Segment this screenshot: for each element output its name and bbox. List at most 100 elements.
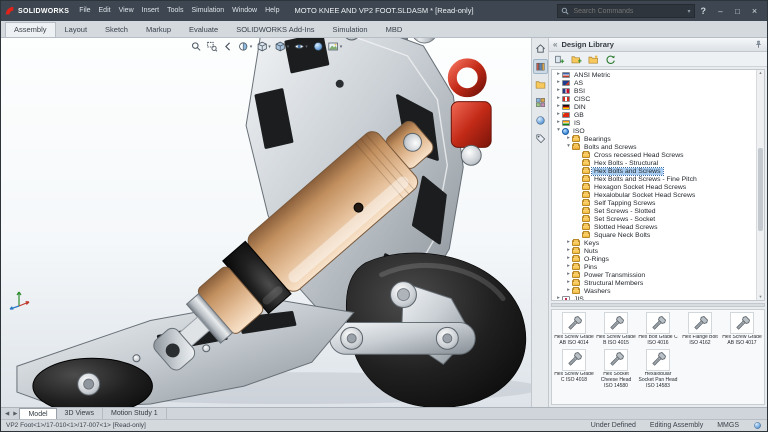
tree-item-bearings[interactable]: ▸Bearings bbox=[552, 135, 756, 143]
expand-arrow-icon[interactable]: ▸ bbox=[555, 88, 562, 94]
expand-arrow-icon[interactable]: ▸ bbox=[565, 248, 572, 254]
tree-item-ansi-metric[interactable]: ▸ANSI Metric bbox=[552, 71, 756, 79]
ribbon-tab-simulation[interactable]: Simulation bbox=[324, 22, 377, 37]
tree-item-is[interactable]: ▸IS bbox=[552, 119, 756, 127]
expand-arrow-icon[interactable]: ▸ bbox=[565, 272, 572, 278]
ribbon-tab-markup[interactable]: Markup bbox=[137, 22, 180, 37]
design-library-tab[interactable] bbox=[533, 59, 548, 74]
expand-arrow-icon[interactable]: ▸ bbox=[555, 104, 562, 110]
expand-arrow-icon[interactable]: ▸ bbox=[555, 96, 562, 102]
expand-arrow-icon[interactable]: ▸ bbox=[565, 136, 572, 142]
pin-icon[interactable] bbox=[754, 40, 763, 49]
ribbon-tab-assembly[interactable]: Assembly bbox=[5, 22, 56, 37]
scroll-down-icon[interactable]: ▼ bbox=[759, 294, 763, 300]
zoom-fit-icon[interactable] bbox=[189, 40, 203, 53]
tree-item-jis[interactable]: ▸JIS bbox=[552, 295, 756, 300]
minimize-button[interactable]: – bbox=[712, 1, 729, 21]
tree-item-structural-members[interactable]: ▸Structural Members bbox=[552, 279, 756, 287]
viewport-3d[interactable]: ▾▾▾▾▾ bbox=[1, 38, 531, 407]
prev-tab-arrow-icon[interactable]: ◀ bbox=[3, 408, 11, 419]
tree-item-nuts[interactable]: ▸Nuts bbox=[552, 247, 756, 255]
expand-arrow-icon[interactable]: ▸ bbox=[555, 72, 562, 78]
model-tab-3d-views[interactable]: 3D Views bbox=[57, 408, 103, 419]
add-to-library-icon[interactable] bbox=[553, 53, 566, 66]
solidworks-resources-tab[interactable] bbox=[533, 41, 548, 56]
library-part-hex-flange-bolt-iso-4162[interactable]: Hex Flange Bolt ISO 4162 bbox=[679, 312, 721, 347]
maximize-button[interactable]: □ bbox=[729, 1, 746, 21]
tree-item-cisc[interactable]: ▸CISC bbox=[552, 95, 756, 103]
library-part-hex-screw-grade-c-iso-4018[interactable]: Hex Screw Grade C ISO 4018 bbox=[553, 349, 595, 390]
library-part-hex-socket-cheese-head-iso-14580[interactable]: Hex Socket Cheese Head ISO 14580 bbox=[595, 349, 637, 390]
library-part-hex-screw-grade-ab-iso-4014[interactable]: Hex Screw Grade AB ISO 4014 bbox=[553, 312, 595, 347]
ribbon-tab-evaluate[interactable]: Evaluate bbox=[180, 22, 227, 37]
scrollbar-thumb[interactable] bbox=[758, 148, 763, 231]
collapse-panel-icon[interactable]: « bbox=[553, 41, 557, 49]
tree-item-bsi[interactable]: ▸BSI bbox=[552, 87, 756, 95]
menu-window[interactable]: Window bbox=[228, 1, 261, 21]
next-tab-arrow-icon[interactable]: ▶ bbox=[11, 408, 19, 419]
status-globe-icon[interactable] bbox=[753, 421, 762, 430]
view-orientation-icon[interactable]: ▾ bbox=[255, 40, 272, 53]
hide-show-items-icon[interactable]: ▾ bbox=[292, 40, 309, 53]
ribbon-tab-mbd[interactable]: MBD bbox=[377, 22, 412, 37]
menu-simulation[interactable]: Simulation bbox=[187, 1, 228, 21]
ribbon-tab-solidworks-add-ins[interactable]: SOLIDWORKS Add-Ins bbox=[227, 22, 323, 37]
appearances-scenes-tab[interactable] bbox=[533, 113, 548, 128]
previous-view-icon[interactable] bbox=[221, 40, 235, 53]
expand-arrow-icon[interactable]: ▾ bbox=[555, 128, 562, 134]
expand-arrow-icon[interactable]: ▸ bbox=[555, 112, 562, 118]
ribbon-tab-layout[interactable]: Layout bbox=[56, 22, 97, 37]
library-part-hex-screw-grade-ab-iso-4017[interactable]: Hex Screw Grade AB ISO 4017 bbox=[721, 312, 763, 347]
tree-item-gb[interactable]: ▸GB bbox=[552, 111, 756, 119]
menu-file[interactable]: File bbox=[75, 1, 94, 21]
file-explorer-tab[interactable] bbox=[533, 77, 548, 92]
tree-scrollbar[interactable]: ▲ ▼ bbox=[756, 70, 764, 300]
panel-splitter[interactable] bbox=[551, 303, 765, 307]
tree-item-washers[interactable]: ▸Washers bbox=[552, 287, 756, 295]
expand-arrow-icon[interactable]: ▸ bbox=[565, 280, 572, 286]
expand-arrow-icon[interactable]: ▸ bbox=[555, 80, 562, 86]
library-part-hex-screw-grade-b-iso-4015[interactable]: Hex Screw Grade B ISO 4015 bbox=[595, 312, 637, 347]
menu-insert[interactable]: Insert bbox=[138, 1, 164, 21]
menu-edit[interactable]: Edit bbox=[95, 1, 115, 21]
tree-item-iso[interactable]: ▾ISO bbox=[552, 127, 756, 135]
tree-item-as[interactable]: ▸AS bbox=[552, 79, 756, 87]
tree-item-square-neck-bolts[interactable]: Square Neck Bolts bbox=[552, 231, 756, 239]
display-style-icon[interactable]: ▾ bbox=[274, 40, 291, 53]
expand-arrow-icon[interactable]: ▸ bbox=[565, 264, 572, 270]
close-button[interactable]: × bbox=[746, 1, 763, 21]
apply-scene-icon[interactable]: ▾ bbox=[327, 40, 344, 53]
refresh-icon[interactable] bbox=[604, 53, 617, 66]
custom-properties-tab[interactable] bbox=[533, 131, 548, 146]
expand-arrow-icon[interactable]: ▸ bbox=[565, 256, 572, 262]
tree-item-o-rings[interactable]: ▸O-Rings bbox=[552, 255, 756, 263]
ribbon-tab-sketch[interactable]: Sketch bbox=[96, 22, 137, 37]
zoom-area-icon[interactable] bbox=[205, 40, 219, 53]
tree-item-din[interactable]: ▸DIN bbox=[552, 103, 756, 111]
tree-item-keys[interactable]: ▸Keys bbox=[552, 239, 756, 247]
edit-appearance-icon[interactable] bbox=[311, 40, 325, 53]
tree-item-power-transmission[interactable]: ▸Power Transmission bbox=[552, 271, 756, 279]
expand-arrow-icon[interactable]: ▸ bbox=[565, 240, 572, 246]
expand-arrow-icon[interactable]: ▾ bbox=[565, 144, 572, 150]
add-file-location-icon[interactable] bbox=[570, 53, 583, 66]
help-icon[interactable]: ? bbox=[699, 6, 709, 16]
scroll-up-icon[interactable]: ▲ bbox=[759, 70, 763, 76]
tree-item-pins[interactable]: ▸Pins bbox=[552, 263, 756, 271]
search-options-caret-icon[interactable]: ▾ bbox=[687, 8, 690, 15]
expand-arrow-icon[interactable]: ▸ bbox=[555, 296, 562, 300]
library-part-hexalobular-socket-pan-head-iso-14583[interactable]: Hexalobular Socket Pan Head ISO 14583 bbox=[637, 349, 679, 390]
menu-tools[interactable]: Tools bbox=[163, 1, 187, 21]
menu-help[interactable]: Help bbox=[261, 1, 283, 21]
section-view-icon[interactable]: ▾ bbox=[237, 40, 254, 53]
command-search[interactable]: ▾ bbox=[557, 4, 695, 18]
view-palette-tab[interactable] bbox=[533, 95, 548, 110]
new-folder-icon[interactable] bbox=[587, 53, 600, 66]
library-part-hex-bolt-grade-c-iso-4016[interactable]: Hex Bolt Grade C ISO 4016 bbox=[637, 312, 679, 347]
search-input[interactable] bbox=[572, 7, 685, 16]
expand-arrow-icon[interactable]: ▸ bbox=[565, 288, 572, 294]
menu-view[interactable]: View bbox=[115, 1, 138, 21]
expand-arrow-icon[interactable]: ▸ bbox=[555, 120, 562, 126]
model-tab-model[interactable]: Model bbox=[19, 408, 56, 419]
model-tab-motion-study-1[interactable]: Motion Study 1 bbox=[103, 408, 167, 419]
